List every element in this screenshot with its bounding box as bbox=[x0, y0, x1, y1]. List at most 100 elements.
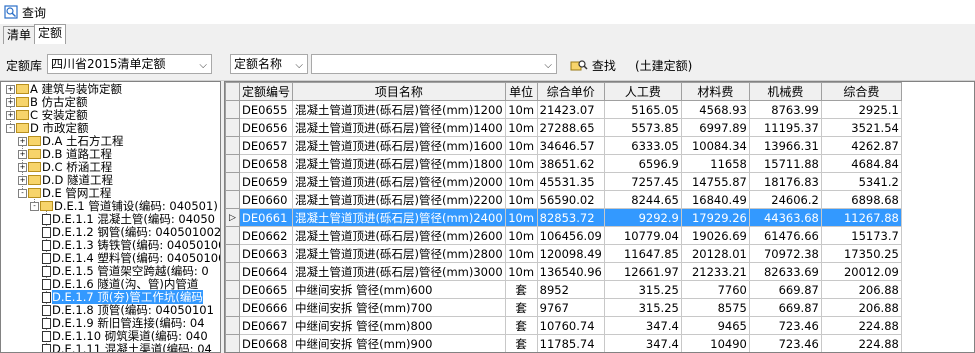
table-row[interactable]: DE0666 中继间安拆 管径(mm)700 套 9767 315.25 8575 669.… bbox=[225, 298, 902, 317]
quota-grid[interactable]: 定额编号 项目名称 单位 综合单价 人工费 材料费 机械费 综合费 DE0655… bbox=[224, 81, 975, 353]
cell-overall[interactable]: 224.88 bbox=[820, 316, 902, 335]
cell-material[interactable]: 11658 bbox=[680, 154, 750, 173]
cell-price[interactable]: 8952 bbox=[536, 280, 605, 299]
cell-overall[interactable]: 15173.7 bbox=[820, 226, 902, 245]
cell-price[interactable]: 56590.02 bbox=[536, 190, 605, 209]
cell-name[interactable]: 中继间安拆 管径(mm)600 bbox=[292, 280, 506, 299]
cell-price[interactable]: 21423.07 bbox=[536, 100, 605, 119]
cell-unit[interactable]: 10m bbox=[504, 244, 538, 263]
expand-icon[interactable]: + bbox=[6, 111, 15, 120]
cell-name[interactable]: 混凝土管道顶进(砾石层)管径(mm)2400 bbox=[292, 208, 506, 227]
cell-material[interactable]: 10490 bbox=[680, 334, 750, 352]
collapse-icon[interactable]: - bbox=[30, 202, 39, 211]
cell-code[interactable]: DE0666 bbox=[238, 298, 294, 317]
cell-unit[interactable]: 套 bbox=[504, 280, 538, 299]
cell-name[interactable]: 混凝土管道顶进(砾石层)管径(mm)3000 bbox=[292, 262, 506, 281]
expand-icon[interactable]: + bbox=[18, 150, 27, 159]
cell-name[interactable]: 混凝土管道顶进(砾石层)管径(mm)1800 bbox=[292, 154, 506, 173]
cell-price[interactable]: 82853.72 bbox=[536, 208, 605, 227]
cell-machine[interactable]: 82633.69 bbox=[748, 262, 822, 281]
cell-name[interactable]: 混凝土管道顶进(砾石层)管径(mm)2600 bbox=[292, 226, 506, 245]
library-select[interactable]: 四川省2015清单定额 ⌵ bbox=[47, 54, 212, 74]
search-button[interactable]: 查找 bbox=[570, 57, 616, 74]
cell-code[interactable]: DE0667 bbox=[238, 316, 294, 335]
cell-machine[interactable]: 44363.68 bbox=[748, 208, 822, 227]
tab-list[interactable]: 清单 bbox=[3, 26, 36, 44]
table-row[interactable]: DE0663 混凝土管道顶进(砾石层)管径(mm)2800 10m 120098.49… bbox=[225, 244, 902, 263]
cell-overall[interactable]: 206.88 bbox=[820, 298, 902, 317]
cell-overall[interactable]: 224.88 bbox=[820, 334, 902, 352]
cell-name[interactable]: 中继间安拆 管径(mm)900 bbox=[292, 334, 506, 352]
cell-unit[interactable]: 10m bbox=[504, 262, 538, 281]
cell-material[interactable]: 17929.26 bbox=[680, 208, 750, 227]
cell-name[interactable]: 混凝土管道顶进(砾石层)管径(mm)2000 bbox=[292, 172, 506, 191]
cell-unit[interactable]: 10m bbox=[504, 226, 538, 245]
cell-labor[interactable]: 10779.04 bbox=[603, 226, 682, 245]
cell-overall[interactable]: 17350.25 bbox=[820, 244, 902, 263]
table-row[interactable]: DE0665 中继间安拆 管径(mm)600 套 8952 315.25 7760 669.… bbox=[225, 280, 902, 299]
cell-material[interactable]: 21233.21 bbox=[680, 262, 750, 281]
cell-code[interactable]: DE0665 bbox=[238, 280, 294, 299]
cell-labor[interactable]: 347.4 bbox=[603, 334, 682, 352]
cell-labor[interactable]: 347.4 bbox=[603, 316, 682, 335]
collapse-icon[interactable]: - bbox=[6, 124, 15, 133]
cell-labor[interactable]: 5573.85 bbox=[603, 118, 682, 137]
cell-price[interactable]: 38651.62 bbox=[536, 154, 605, 173]
cell-machine[interactable]: 8763.99 bbox=[748, 100, 822, 119]
column-header[interactable]: 定额编号 bbox=[238, 82, 294, 101]
cell-overall[interactable]: 6898.68 bbox=[820, 190, 902, 209]
column-header[interactable]: 材料费 bbox=[680, 82, 750, 101]
tab-quota[interactable]: 定额 bbox=[34, 24, 67, 45]
cell-overall[interactable]: 206.88 bbox=[820, 280, 902, 299]
cell-material[interactable]: 7760 bbox=[680, 280, 750, 299]
cell-price[interactable]: 9767 bbox=[536, 298, 605, 317]
cell-price[interactable]: 120098.49 bbox=[536, 244, 605, 263]
field-select[interactable]: 定额名称 ⌵ bbox=[230, 54, 308, 74]
cell-price[interactable]: 27288.65 bbox=[536, 118, 605, 137]
cell-machine[interactable]: 15711.88 bbox=[748, 154, 822, 173]
cell-code[interactable]: DE0663 bbox=[238, 244, 294, 263]
cell-overall[interactable]: 3521.54 bbox=[820, 118, 902, 137]
cell-labor[interactable]: 6596.9 bbox=[603, 154, 682, 173]
cell-name[interactable]: 中继间安拆 管径(mm)800 bbox=[292, 316, 506, 335]
table-row[interactable]: DE0655 混凝土管道顶进(砾石层)管径(mm)1200 10m 21423.07 5… bbox=[225, 100, 902, 119]
cell-code[interactable]: DE0655 bbox=[238, 100, 294, 119]
cell-unit[interactable]: 10m bbox=[504, 136, 538, 155]
quota-tree[interactable]: + A 建筑与装饰定额 + B 仿古定额 + C 安装定额 - D 市政定额 + D.A 土石方工… bbox=[0, 81, 221, 353]
cell-price[interactable]: 11785.74 bbox=[536, 334, 605, 352]
cell-machine[interactable]: 24606.2 bbox=[748, 190, 822, 209]
table-row[interactable]: DE0657 混凝土管道顶进(砾石层)管径(mm)1600 10m 34646.57 6… bbox=[225, 136, 902, 155]
cell-name[interactable]: 混凝土管道顶进(砾石层)管径(mm)1400 bbox=[292, 118, 506, 137]
cell-labor[interactable]: 9292.9 bbox=[603, 208, 682, 227]
cell-unit[interactable]: 10m bbox=[504, 208, 538, 227]
table-row[interactable]: DE0658 混凝土管道顶进(砾石层)管径(mm)1800 10m 38651.62 6… bbox=[225, 154, 902, 173]
expand-icon[interactable]: + bbox=[6, 85, 15, 94]
cell-name[interactable]: 混凝土管道顶进(砾石层)管径(mm)2800 bbox=[292, 244, 506, 263]
cell-code[interactable]: DE0659 bbox=[238, 172, 294, 191]
cell-overall[interactable]: 4684.84 bbox=[820, 154, 902, 173]
cell-name[interactable]: 混凝土管道顶进(砾石层)管径(mm)1200 bbox=[292, 100, 506, 119]
cell-overall[interactable]: 11267.88 bbox=[820, 208, 902, 227]
cell-material[interactable]: 20128.01 bbox=[680, 244, 750, 263]
cell-material[interactable]: 6997.89 bbox=[680, 118, 750, 137]
cell-machine[interactable]: 669.87 bbox=[748, 298, 822, 317]
cell-price[interactable]: 10760.74 bbox=[536, 316, 605, 335]
table-row[interactable]: DE0662 混凝土管道顶进(砾石层)管径(mm)2600 10m 106456.09… bbox=[225, 226, 902, 245]
cell-code[interactable]: DE0664 bbox=[238, 262, 294, 281]
cell-labor[interactable]: 6333.05 bbox=[603, 136, 682, 155]
cell-machine[interactable]: 723.46 bbox=[748, 334, 822, 352]
cell-unit[interactable]: 10m bbox=[504, 118, 538, 137]
table-row[interactable]: DE0664 混凝土管道顶进(砾石层)管径(mm)3000 10m 136540.96… bbox=[225, 262, 902, 281]
cell-code[interactable]: DE0657 bbox=[238, 136, 294, 155]
cell-price[interactable]: 45531.35 bbox=[536, 172, 605, 191]
cell-unit[interactable]: 套 bbox=[504, 316, 538, 335]
cell-unit[interactable]: 套 bbox=[504, 334, 538, 352]
cell-machine[interactable]: 11195.37 bbox=[748, 118, 822, 137]
cell-unit[interactable]: 10m bbox=[504, 190, 538, 209]
cell-code[interactable]: DE0662 bbox=[238, 226, 294, 245]
table-row[interactable]: DE0667 中继间安拆 管径(mm)800 套 10760.74 347.4 9465 7… bbox=[225, 316, 902, 335]
column-header[interactable]: 综合费 bbox=[820, 82, 902, 101]
cell-name[interactable]: 混凝土管道顶进(砾石层)管径(mm)2200 bbox=[292, 190, 506, 209]
cell-code[interactable]: DE0656 bbox=[238, 118, 294, 137]
column-header[interactable]: 单位 bbox=[504, 82, 538, 101]
